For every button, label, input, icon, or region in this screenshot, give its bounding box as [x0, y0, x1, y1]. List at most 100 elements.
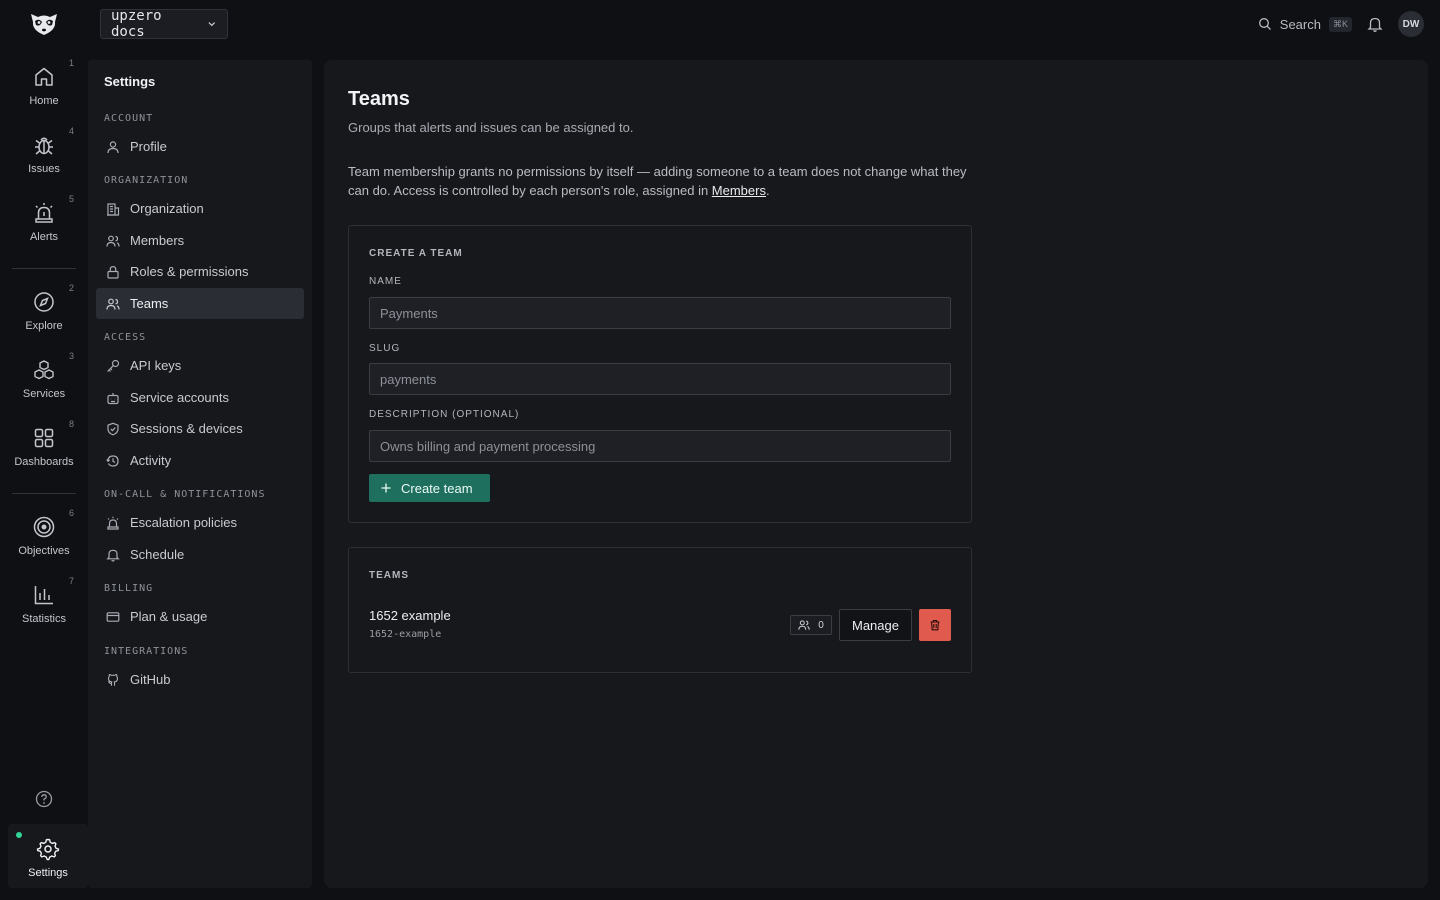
building-icon: [107, 202, 120, 216]
page-subtitle: Groups that alerts and issues can be ass…: [348, 120, 634, 135]
status-dot: [16, 832, 22, 838]
team-name-input[interactable]: [369, 297, 951, 329]
shortcut-badge: 3: [68, 351, 74, 361]
member-count: 0: [818, 619, 824, 631]
rail-item-objectives[interactable]: 6 Objectives: [12, 506, 76, 568]
nav-item-github[interactable]: GitHub: [96, 664, 304, 695]
help-icon[interactable]: [34, 789, 54, 809]
bar-chart-icon: [34, 586, 53, 605]
rail-divider: [12, 268, 76, 269]
create-team-card: CREATE A TEAM NAME SLUG DESCRIPTION (OPT…: [348, 225, 972, 523]
rail-divider: [12, 493, 76, 494]
rail-item-statistics[interactable]: 7 Statistics: [12, 574, 76, 636]
main-panel: Teams Groups that alerts and issues can …: [324, 60, 1428, 888]
name-label: NAME: [369, 276, 402, 287]
trash-icon: [930, 619, 940, 631]
rail-label: Issues: [28, 163, 60, 175]
nav-item-api-keys[interactable]: API keys: [96, 350, 304, 381]
manage-team-button[interactable]: Manage: [839, 609, 912, 641]
settings-nav: Settings ACCOUNT Profile ORGANIZATION Or…: [88, 60, 312, 888]
team-slug: 1652-example: [369, 629, 442, 640]
gear-icon: [36, 838, 60, 861]
nav-item-profile[interactable]: Profile: [96, 131, 304, 162]
delete-team-button[interactable]: [919, 609, 951, 641]
project-switcher[interactable]: upzero docs: [100, 8, 228, 40]
members-link[interactable]: Members: [712, 183, 766, 198]
bell-icon[interactable]: [1366, 15, 1384, 33]
avatar[interactable]: DW: [1398, 11, 1424, 37]
nav-item-sessions-devices[interactable]: Sessions & devices: [96, 413, 304, 444]
note-text: Team membership grants no permissions by…: [348, 164, 967, 198]
history-icon: [106, 454, 119, 467]
rail-item-settings[interactable]: Settings: [8, 824, 88, 888]
section-oncall: ON-CALL & NOTIFICATIONS: [104, 489, 266, 500]
rail-item-services[interactable]: 3 Services: [12, 349, 76, 411]
rail-label: Explore: [25, 320, 63, 332]
rail-label: Alerts: [29, 231, 59, 243]
nav-item-plan-usage[interactable]: Plan & usage: [96, 601, 304, 632]
compass-icon: [34, 292, 54, 312]
plus-icon: [381, 483, 391, 493]
credit-card-icon: [106, 611, 120, 622]
project-name: upzero docs: [111, 8, 162, 40]
note-end: .: [765, 183, 770, 198]
rail-item-issues[interactable]: 4 Issues: [12, 124, 76, 186]
search-button[interactable]: Search ⌘K: [1258, 16, 1352, 32]
section-organization: ORGANIZATION: [104, 175, 189, 186]
nav-item-schedule[interactable]: Schedule: [96, 539, 304, 570]
nav-item-organization[interactable]: Organization: [96, 193, 304, 224]
target-icon: [33, 516, 55, 538]
settings-nav-title: Settings: [104, 74, 156, 89]
nav-label: Organization: [130, 201, 204, 216]
raccoon-logo-icon[interactable]: [28, 10, 60, 38]
nav-item-escalation-policies[interactable]: Escalation policies: [96, 507, 304, 538]
nav-item-activity[interactable]: Activity: [96, 445, 304, 476]
page-title: Teams: [348, 88, 410, 110]
shortcut-badge: 6: [68, 508, 74, 518]
nav-label: Activity: [130, 453, 172, 468]
nav-label: Sessions & devices: [130, 421, 243, 436]
nav-label: API keys: [130, 358, 182, 373]
search-shortcut: ⌘K: [1328, 16, 1352, 32]
home-icon: [35, 67, 53, 86]
nav-item-service-accounts[interactable]: Service accounts: [96, 382, 304, 413]
nav-label: GitHub: [130, 672, 171, 687]
nav-item-teams[interactable]: Teams: [96, 288, 304, 319]
github-icon: [107, 673, 119, 686]
nav-item-members[interactable]: Members: [96, 225, 304, 256]
grid-icon: [34, 428, 54, 448]
key-icon: [107, 359, 120, 372]
rail-label: Objectives: [18, 545, 70, 557]
team-description-input[interactable]: [369, 430, 951, 462]
rail-item-home[interactable]: 1 Home: [12, 56, 76, 118]
nav-label: Escalation policies: [130, 515, 237, 530]
nav-item-roles-permissions[interactable]: Roles & permissions: [96, 256, 304, 287]
shortcut-badge: 7: [68, 576, 74, 586]
siren-icon: [107, 516, 119, 530]
rail-item-explore[interactable]: 2 Explore: [12, 281, 76, 343]
shortcut-badge: 1: [68, 58, 74, 68]
permissions-note: Team membership grants no permissions by…: [348, 162, 978, 200]
rail-label: Dashboards: [14, 456, 74, 468]
rail-item-dashboards[interactable]: 8 Dashboards: [12, 417, 76, 479]
lock-icon: [107, 265, 119, 279]
rail-item-alerts[interactable]: 5 Alerts: [12, 192, 76, 254]
search-label: Search: [1279, 16, 1321, 32]
search-icon: [1258, 18, 1271, 30]
rail-label: Home: [29, 95, 59, 107]
nav-label: Plan & usage: [130, 609, 208, 624]
top-bar: upzero docs Search ⌘K DW: [0, 0, 1440, 48]
user-icon: [107, 140, 119, 153]
section-billing: BILLING: [104, 583, 154, 594]
section-account: ACCOUNT: [104, 113, 154, 124]
bug-icon: [35, 137, 53, 155]
create-team-button[interactable]: Create team: [369, 474, 490, 502]
shortcut-badge: 8: [68, 419, 74, 429]
nav-label: Profile: [130, 139, 167, 154]
description-label: DESCRIPTION (OPTIONAL): [369, 409, 520, 420]
section-integrations: INTEGRATIONS: [104, 646, 189, 657]
team-slug-input[interactable]: [369, 363, 951, 395]
shortcut-badge: 2: [68, 283, 74, 293]
rail-label: Services: [22, 388, 66, 400]
create-team-label: Create team: [401, 480, 473, 496]
